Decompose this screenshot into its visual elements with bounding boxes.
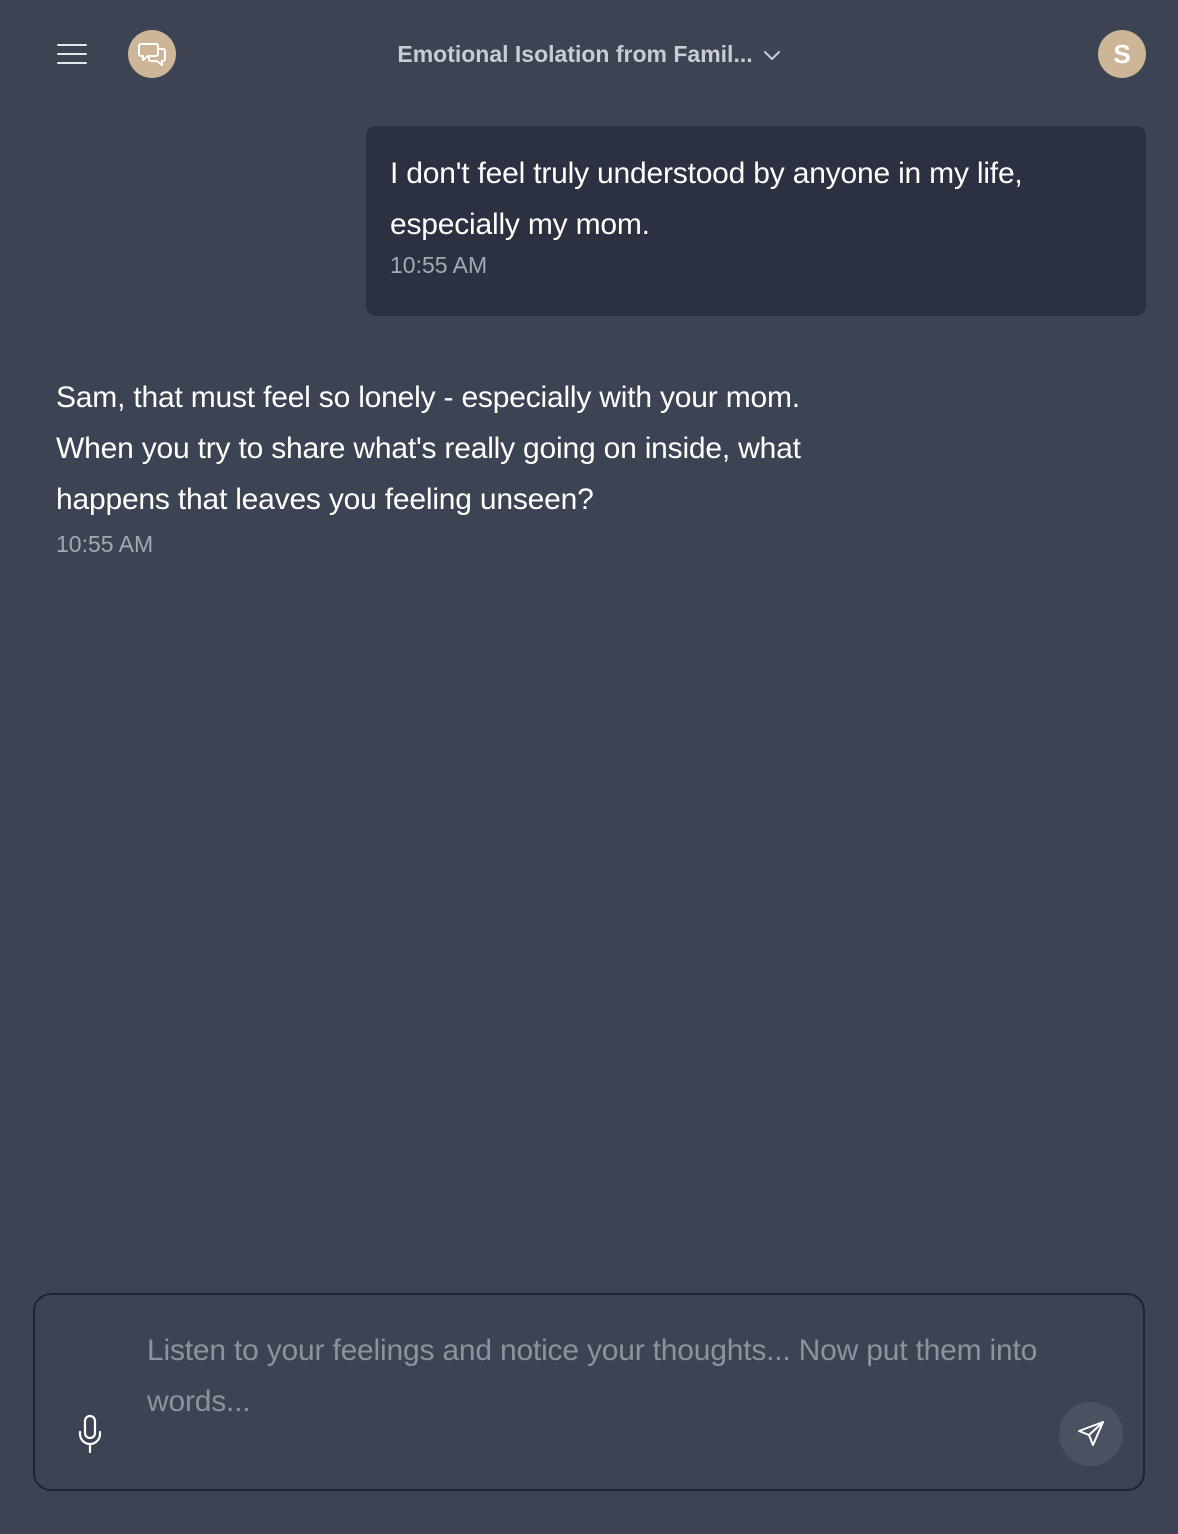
- menu-line: [57, 62, 87, 64]
- assistant-message: Sam, that must feel so lonely - especial…: [56, 372, 816, 558]
- microphone-icon[interactable]: [71, 1411, 109, 1457]
- assistant-message-text: Sam, that must feel so lonely - especial…: [56, 381, 801, 516]
- chat-app: Emotional Isolation from Famil... S I do…: [0, 0, 1178, 1534]
- message-composer: Listen to your feelings and notice your …: [33, 1293, 1145, 1491]
- message-input[interactable]: Listen to your feelings and notice your …: [147, 1325, 1067, 1427]
- conversation-title: Emotional Isolation from Famil...: [397, 40, 753, 67]
- send-button[interactable]: [1059, 1402, 1123, 1466]
- user-avatar[interactable]: S: [1098, 30, 1146, 78]
- menu-line: [57, 53, 87, 55]
- menu-line: [57, 44, 87, 46]
- chevron-down-icon: [763, 49, 781, 61]
- message-timestamp: 10:55 AM: [390, 252, 488, 278]
- user-message-text: I don't feel truly understood by anyone …: [390, 157, 1023, 241]
- send-icon: [1076, 1419, 1106, 1449]
- user-message-bubble: I don't feel truly understood by anyone …: [366, 126, 1146, 316]
- message-timestamp: 10:55 AM: [56, 531, 154, 557]
- menu-button[interactable]: [50, 34, 94, 74]
- conversation-title-dropdown[interactable]: Emotional Isolation from Famil...: [389, 36, 789, 72]
- chat-bubbles-icon[interactable]: [128, 30, 176, 78]
